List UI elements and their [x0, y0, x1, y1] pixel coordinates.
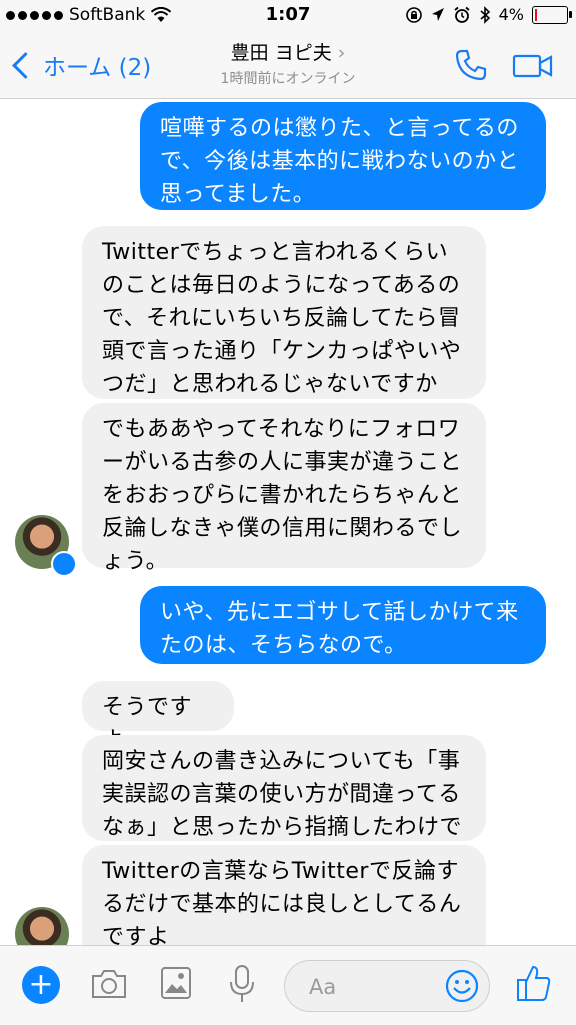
contact-status: 1時間前にオンライン	[220, 71, 356, 87]
message-input[interactable]	[307, 971, 431, 1003]
message-bubble-incoming[interactable]: Twitterの言葉ならTwitterで反論す るだけで基本的には良しとしてるん…	[82, 845, 486, 945]
contact-info[interactable]: 豊田 ヨピ夫 › 1時間前にオンライン	[0, 38, 576, 88]
message-bubble-incoming[interactable]: Twitterでちょっと言われるくらい のことは毎日のようになってあるの で、そ…	[82, 226, 486, 399]
status-bar: SoftBank 1:07 4%	[0, 0, 576, 34]
plus-icon[interactable]: +	[22, 966, 60, 1004]
phone-icon[interactable]	[454, 48, 488, 82]
message-list[interactable]: 喧嘩するのは懲りた、と言ってるの で、今後は基本的に戦わないのかと 思ってました…	[0, 99, 576, 945]
emoji-icon[interactable]	[445, 969, 479, 1003]
message-text: 岡安さんの書き込みについても「事 実誤認の言葉の使い方が間違ってる なぁ」と思っ…	[102, 749, 463, 840]
status-right: 4%	[405, 5, 572, 24]
message-bubble-outgoing[interactable]: いや、先にエゴサして話しかけて来 たのは、そちらなので。	[140, 586, 546, 664]
message-text: Twitterでちょっと言われるくらい のことは毎日のようになってあるの で、そ…	[102, 240, 462, 397]
bluetooth-icon	[480, 5, 490, 24]
conversation-header: ホーム (2) 豊田 ヨピ夫 › 1時間前にオンライン	[0, 34, 576, 99]
message-text: 喧嘩するのは懲りた、と言ってるの で、今後は基本的に戦わないのかと 思ってました…	[160, 116, 520, 207]
message-bubble-outgoing[interactable]: 喧嘩するのは懲りた、と言ってるの で、今後は基本的に戦わないのかと 思ってました…	[140, 102, 546, 210]
thumbs-up-icon[interactable]	[516, 964, 552, 1002]
composer-bar: +	[0, 945, 576, 1025]
message-text: いや、先にエゴサして話しかけて来 たのは、そちらなので。	[160, 600, 519, 658]
battery-percent: 4%	[498, 5, 524, 24]
battery-icon	[532, 5, 572, 24]
avatar[interactable]	[15, 907, 69, 945]
alarm-icon	[454, 6, 470, 23]
battery-level	[535, 8, 537, 21]
location-icon	[431, 7, 444, 21]
microphone-icon[interactable]	[228, 964, 256, 1004]
contact-name-row: 豊田 ヨピ夫 ›	[0, 38, 576, 65]
message-bubble-incoming[interactable]: でもああやってそれなりにフォロワ ーがいる古参の人に事実が違うこと をおおっぴら…	[82, 403, 486, 574]
contact-name: 豊田 ヨピ夫	[230, 42, 332, 64]
message-text: でもああやってそれなりにフォロワ ーがいる古参の人に事実が違うこと をおおっぴら…	[102, 417, 463, 574]
messenger-badge-icon	[51, 551, 77, 577]
image-icon[interactable]	[160, 966, 192, 1000]
camera-icon[interactable]	[90, 968, 128, 1000]
chevron-right-icon: ›	[337, 42, 346, 64]
message-bubble-incoming[interactable]: そうですよ	[82, 681, 234, 753]
message-bubble-incoming[interactable]: 岡安さんの書き込みについても「事 実誤認の言葉の使い方が間違ってる なぁ」と思っ…	[82, 735, 486, 841]
message-text: Twitterの言葉ならTwitterで反論す るだけで基本的には良しとしてるん…	[102, 859, 462, 945]
video-camera-icon[interactable]	[512, 52, 554, 80]
orientation-lock-icon	[405, 6, 422, 23]
message-composer[interactable]	[284, 960, 490, 1012]
